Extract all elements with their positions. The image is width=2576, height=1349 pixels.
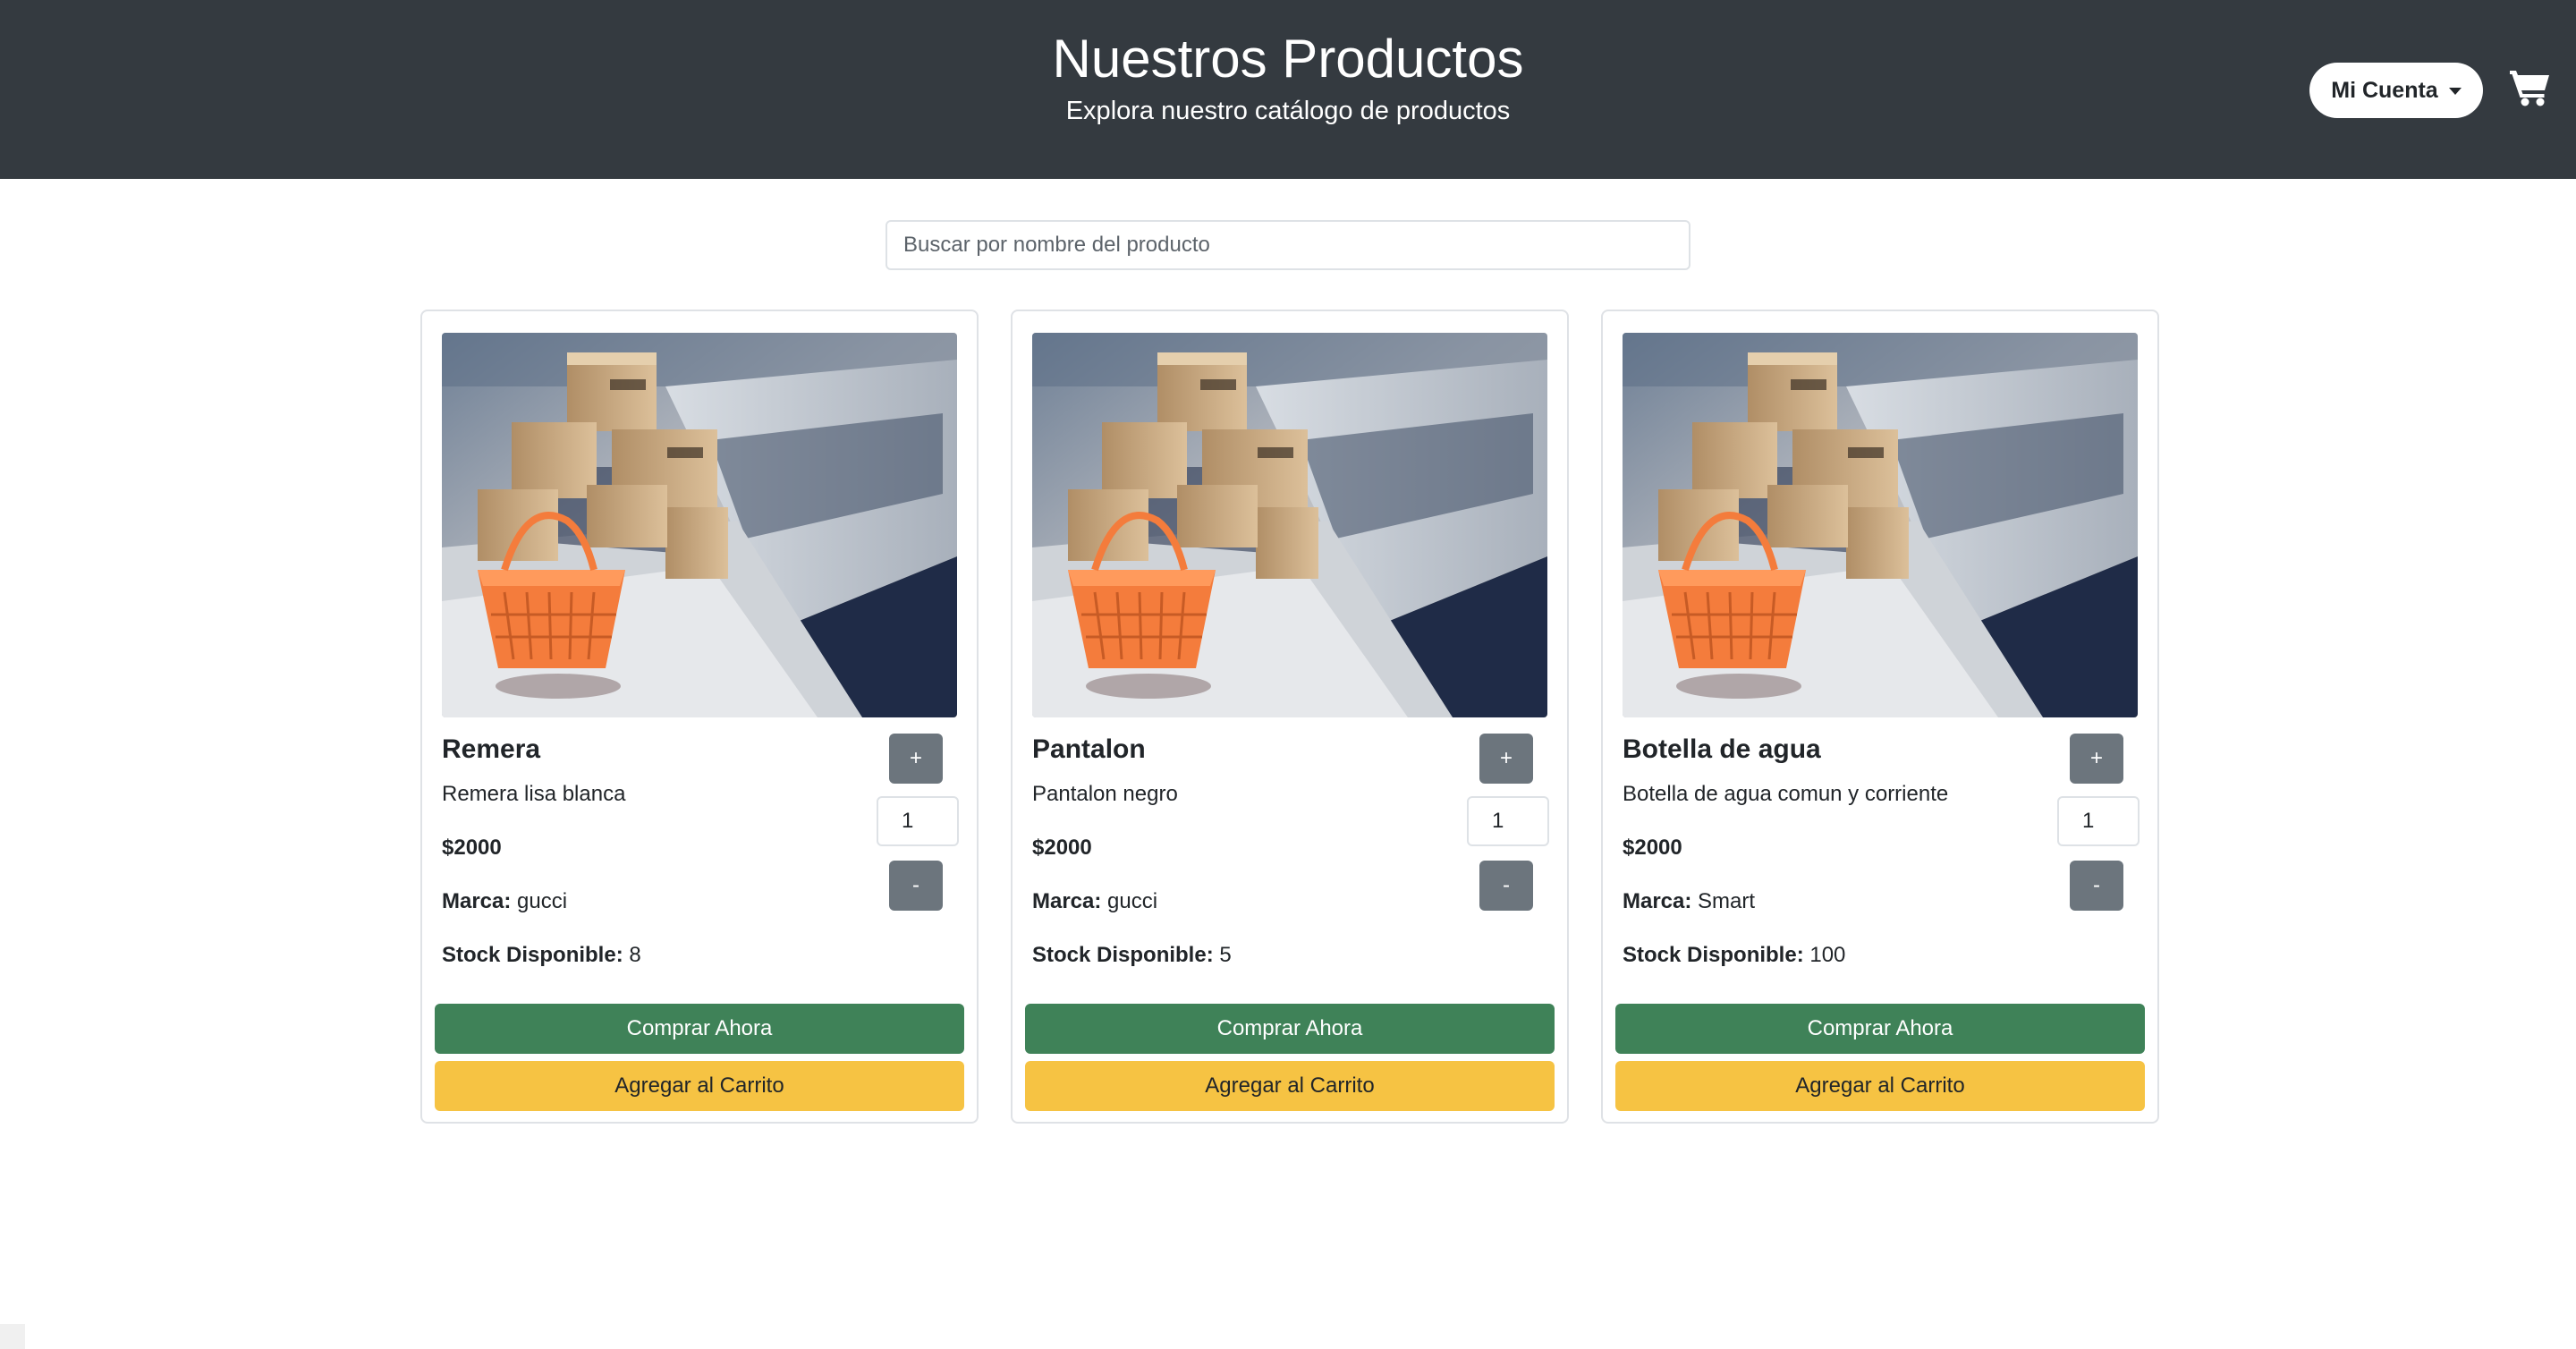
product-description: Botella de agua comun y corriente: [1623, 782, 1949, 806]
product-description: Pantalon negro: [1032, 782, 1178, 806]
buy-now-button[interactable]: Comprar Ahora: [1025, 1004, 1555, 1054]
product-stock: Stock Disponible: 8: [442, 941, 641, 970]
decrease-quantity-button[interactable]: -: [2070, 861, 2123, 911]
product-card: Botella de agua Botella de agua comun y …: [1601, 310, 2159, 1124]
brand-label: Marca:: [1032, 889, 1102, 913]
brand-value: gucci: [517, 889, 568, 913]
search-input[interactable]: [886, 220, 1690, 270]
product-stock: Stock Disponible: 5: [1032, 941, 1232, 970]
product-name: Pantalon: [1032, 734, 1146, 764]
shopping-cart-icon[interactable]: [2510, 68, 2551, 107]
brand-label: Marca:: [1623, 889, 1692, 913]
stock-value: 100: [1809, 943, 1846, 967]
product-card: Remera Remera lisa blanca $2000 Marca: g…: [420, 310, 979, 1124]
add-to-cart-button[interactable]: Agregar al Carrito: [435, 1061, 964, 1111]
page-corner: [0, 1324, 25, 1349]
product-brand: Marca: gucci: [1032, 887, 1157, 916]
decrease-quantity-button[interactable]: -: [889, 861, 943, 911]
quantity-input[interactable]: [1467, 796, 1549, 846]
stock-value: 8: [629, 943, 641, 967]
product-name: Remera: [442, 734, 541, 764]
page-header: Nuestros Productos Explora nuestro catál…: [0, 0, 2576, 179]
product-image: [442, 333, 957, 717]
product-price: $2000: [1032, 836, 1092, 860]
product-price: $2000: [442, 836, 502, 860]
page-title: Nuestros Productos: [1052, 29, 1524, 89]
brand-value: gucci: [1107, 889, 1158, 913]
product-image: [1032, 333, 1547, 717]
stock-label: Stock Disponible:: [1032, 943, 1214, 967]
stock-label: Stock Disponible:: [1623, 943, 1804, 967]
buy-now-button[interactable]: Comprar Ahora: [435, 1004, 964, 1054]
product-price: $2000: [1623, 836, 1682, 860]
quantity-input[interactable]: [877, 796, 959, 846]
product-brand: Marca: gucci: [442, 887, 567, 916]
page: Nuestros Productos Explora nuestro catál…: [0, 0, 2576, 1349]
account-label: Mi Cuenta: [2331, 77, 2438, 103]
increase-quantity-button[interactable]: +: [889, 734, 943, 784]
add-to-cart-button[interactable]: Agregar al Carrito: [1615, 1061, 2145, 1111]
product-brand: Marca: Smart: [1623, 887, 1755, 916]
add-to-cart-button[interactable]: Agregar al Carrito: [1025, 1061, 1555, 1111]
product-image: [1623, 333, 2138, 717]
increase-quantity-button[interactable]: +: [1479, 734, 1533, 784]
brand-value: Smart: [1698, 889, 1756, 913]
page-subtitle: Explora nuestro catálogo de productos: [1065, 97, 1511, 125]
caret-down-icon: [2448, 88, 2462, 95]
buy-now-button[interactable]: Comprar Ahora: [1615, 1004, 2145, 1054]
increase-quantity-button[interactable]: +: [2070, 734, 2123, 784]
brand-label: Marca:: [442, 889, 512, 913]
product-name: Botella de agua: [1623, 734, 1821, 764]
product-stock: Stock Disponible: 100: [1623, 941, 1845, 970]
stock-label: Stock Disponible:: [442, 943, 623, 967]
stock-value: 5: [1219, 943, 1232, 967]
account-dropdown-button[interactable]: Mi Cuenta: [2309, 63, 2483, 118]
product-card: Pantalon Pantalon negro $2000 Marca: guc…: [1011, 310, 1569, 1124]
decrease-quantity-button[interactable]: -: [1479, 861, 1533, 911]
product-description: Remera lisa blanca: [442, 782, 626, 806]
quantity-input[interactable]: [2057, 796, 2140, 846]
